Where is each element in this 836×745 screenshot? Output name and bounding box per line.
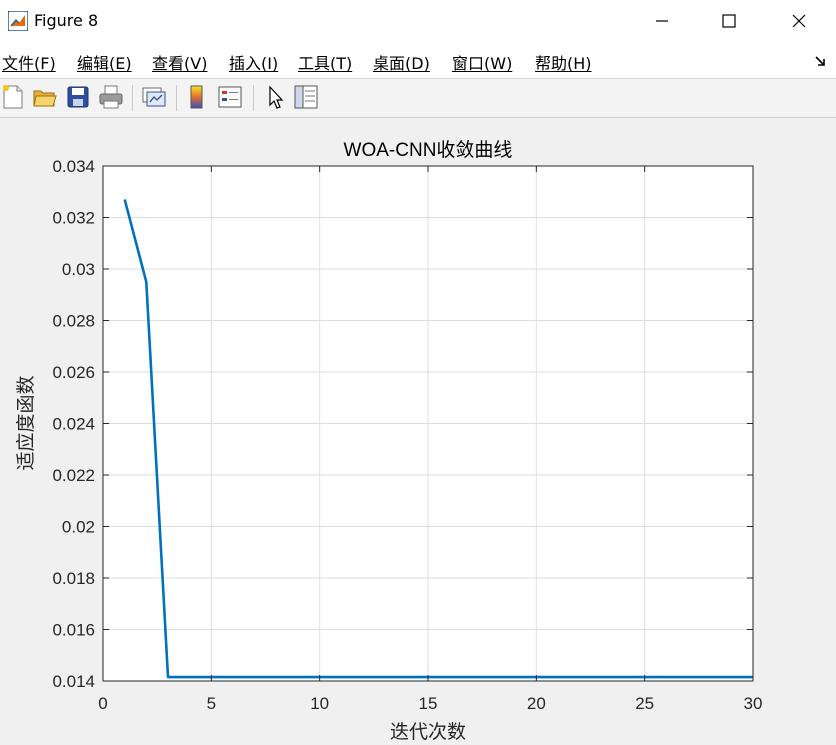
legend-icon[interactable] bbox=[216, 83, 244, 111]
minimize-button[interactable] bbox=[633, 0, 691, 42]
y-tick-label: 0.028 bbox=[52, 312, 95, 331]
y-tick-label: 0.02 bbox=[62, 518, 95, 537]
figure-canvas: 0 5 10 15 20 25 30 0.014 0.016 0.018 0.02 0.022 0.02… bbox=[0, 118, 836, 745]
y-tick-label: 0.018 bbox=[52, 569, 95, 588]
dock-arrow-icon[interactable] bbox=[814, 54, 828, 68]
link-plot-icon[interactable] bbox=[140, 83, 168, 111]
x-tick-label: 25 bbox=[635, 694, 654, 713]
matlab-icon bbox=[8, 11, 28, 31]
toolbar-separator bbox=[253, 85, 254, 111]
window-titlebar: Figure 8 bbox=[0, 0, 836, 42]
menu-window[interactable]: 窗口(W) bbox=[452, 50, 512, 74]
y-tick-label: 0.022 bbox=[52, 466, 95, 485]
y-tick-label: 0.024 bbox=[52, 415, 95, 434]
x-tick-label: 15 bbox=[419, 694, 438, 713]
x-tick-label: 30 bbox=[744, 694, 763, 713]
y-tick-label: 0.016 bbox=[52, 621, 95, 640]
new-figure-icon[interactable] bbox=[0, 83, 28, 111]
menu-view[interactable]: 查看(V) bbox=[152, 50, 207, 74]
edit-plot-icon[interactable] bbox=[262, 83, 290, 111]
y-tick-label: 0.014 bbox=[52, 672, 95, 691]
x-tick-label: 10 bbox=[310, 694, 329, 713]
x-axis-label: 迭代次数 bbox=[390, 721, 466, 743]
close-button[interactable] bbox=[770, 0, 828, 42]
window-title: Figure 8 bbox=[34, 11, 99, 30]
minimize-icon bbox=[656, 20, 668, 22]
chart-title: WOA-CNN收敛曲线 bbox=[344, 139, 513, 161]
y-tick-label: 0.026 bbox=[52, 363, 95, 382]
menu-file[interactable]: 文件(F) bbox=[2, 50, 56, 74]
x-tick-label: 0 bbox=[98, 694, 107, 713]
menu-bar: 文件(F) 编辑(E) 查看(V) 插入(I) 工具(T) 桌面(D) 窗口(W… bbox=[0, 42, 836, 79]
convergence-chart: 0 5 10 15 20 25 30 0.014 0.016 0.018 0.02 0.022 0.02… bbox=[15, 139, 763, 743]
menu-insert[interactable]: 插入(I) bbox=[229, 50, 278, 74]
maximize-button[interactable] bbox=[700, 0, 758, 42]
x-tick-label: 5 bbox=[207, 694, 216, 713]
property-inspector-icon[interactable] bbox=[292, 83, 320, 111]
save-icon[interactable] bbox=[64, 83, 92, 111]
y-axis-label: 适应度函数 bbox=[15, 375, 37, 470]
y-tick-label: 0.03 bbox=[62, 260, 95, 279]
close-icon bbox=[792, 14, 806, 28]
figure-toolbar bbox=[0, 79, 836, 118]
menu-edit[interactable]: 编辑(E) bbox=[77, 50, 132, 74]
toolbar-separator bbox=[132, 85, 133, 111]
menu-desktop[interactable]: 桌面(D) bbox=[373, 50, 430, 74]
x-tick-label: 20 bbox=[527, 694, 546, 713]
y-tick-label: 0.032 bbox=[52, 209, 95, 228]
colorbar-icon[interactable] bbox=[183, 83, 211, 111]
print-icon[interactable] bbox=[97, 83, 125, 111]
y-tick-label: 0.034 bbox=[52, 157, 95, 176]
menu-tools[interactable]: 工具(T) bbox=[298, 50, 352, 74]
maximize-icon bbox=[722, 14, 736, 28]
open-file-icon[interactable] bbox=[31, 83, 59, 111]
toolbar-separator bbox=[176, 85, 177, 111]
menu-help[interactable]: 帮助(H) bbox=[535, 50, 592, 74]
